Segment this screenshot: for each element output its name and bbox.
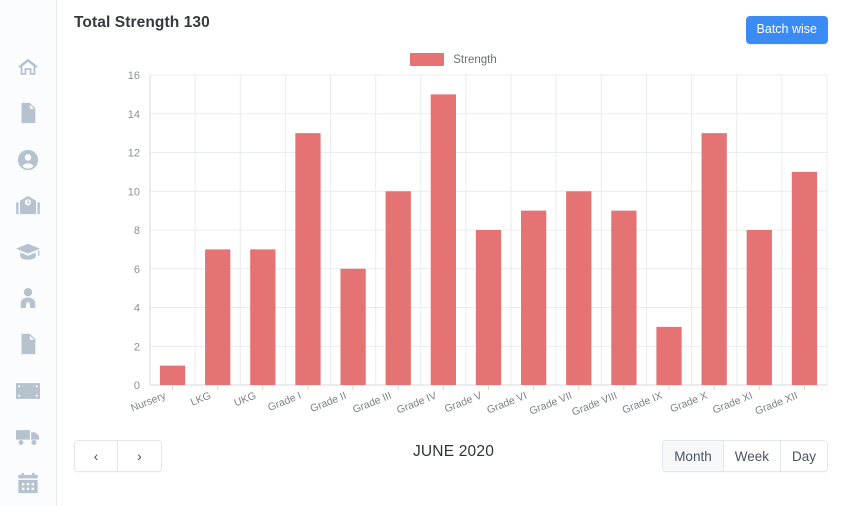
calendar-icon [17, 472, 39, 494]
x-axis-tick: Grade II [309, 390, 349, 415]
x-axis-tick: Grade V [443, 390, 484, 416]
sidebar-item-finance[interactable] [8, 367, 48, 413]
x-axis-tick: Grade VIII [570, 390, 619, 419]
sidebar-item-school[interactable] [8, 183, 48, 229]
home-icon [17, 56, 39, 78]
main-panel: Total Strength 130 Batch wise Strength 0… [57, 0, 850, 506]
x-axis-tick: Grade IX [621, 390, 664, 417]
range-month-button[interactable]: Month [663, 441, 724, 471]
sidebar-item-staff[interactable] [8, 275, 48, 321]
range-day-button[interactable]: Day [780, 441, 827, 471]
bar-grade-v[interactable] [475, 230, 502, 385]
y-axis-tick: 12 [128, 148, 140, 160]
y-axis-tick: 0 [134, 380, 140, 392]
x-axis-tick: Grade XI [711, 390, 754, 417]
chart-canvas: 0246810121416Nursery LKG UKG Grade I Grade I… [128, 70, 828, 419]
x-axis-tick: LKG [189, 390, 213, 409]
x-axis-tick: Grade VI [485, 390, 528, 417]
sidebar-item-file[interactable] [8, 90, 48, 136]
x-axis-tick: UKG [232, 390, 258, 410]
document-lines-icon [18, 333, 38, 355]
bar-grade-viii[interactable] [611, 210, 637, 385]
x-axis-tick: Grade X [669, 390, 710, 416]
sidebar-item-transport[interactable] [8, 414, 48, 460]
bar-nursery[interactable] [159, 365, 186, 385]
school-icon [16, 195, 40, 216]
bar-grade-x[interactable] [701, 133, 727, 385]
bar-lkg[interactable] [205, 249, 231, 385]
bar-grade-vi[interactable] [520, 210, 547, 385]
y-axis-tick: 8 [134, 225, 140, 237]
x-axis-tick: Grade VII [528, 390, 574, 418]
bar-grade-vii[interactable] [566, 191, 592, 385]
sidebar-item-academics[interactable] [8, 229, 48, 275]
money-icon [16, 382, 40, 399]
x-axis-tick: Nursery [129, 389, 168, 414]
bar-grade-xi[interactable] [746, 230, 772, 385]
y-axis-tick: 2 [134, 341, 140, 353]
sidebar-item-profile[interactable] [8, 136, 48, 182]
truck-icon [16, 428, 40, 446]
sidebar [0, 0, 57, 506]
bar-grade-ix[interactable] [656, 326, 682, 385]
y-axis-tick: 10 [128, 186, 140, 198]
graduation-cap-icon [16, 242, 40, 262]
sidebar-item-home[interactable] [8, 44, 48, 90]
bar-grade-xii[interactable] [791, 171, 818, 385]
y-axis-tick: 16 [128, 70, 140, 82]
x-axis-tick: Grade I [266, 390, 303, 414]
app-root: Total Strength 130 Batch wise Strength 0… [0, 0, 850, 506]
sidebar-item-reports[interactable] [8, 321, 48, 367]
y-axis-tick: 14 [128, 109, 140, 121]
bar-grade-iv[interactable] [430, 94, 457, 385]
bar-grade-ii[interactable] [340, 268, 366, 385]
bar-chart: 0 2 4 6 8 10 12 14 16 Nursery LKG UKG Grade I Grade I… [57, 0, 850, 430]
bar-grade-iii[interactable] [385, 191, 411, 385]
y-axis-tick: 4 [134, 303, 140, 315]
user-circle-icon [17, 149, 39, 171]
x-axis-tick: Grade IV [395, 390, 438, 417]
staff-icon [18, 287, 38, 309]
file-icon [18, 102, 38, 124]
y-axis-tick: 6 [134, 264, 140, 276]
bar-ukg[interactable] [250, 249, 276, 385]
x-axis-tick: Grade XII [753, 390, 799, 418]
chart-footer: ‹ › JUNE 2020 Month Week Day [57, 428, 850, 506]
sidebar-item-calendar[interactable] [8, 460, 48, 506]
x-axis-tick: Grade III [351, 390, 393, 416]
range-toggle-group: Month Week Day [662, 440, 828, 472]
range-week-button[interactable]: Week [723, 441, 781, 471]
bar-grade-i[interactable] [295, 133, 321, 385]
